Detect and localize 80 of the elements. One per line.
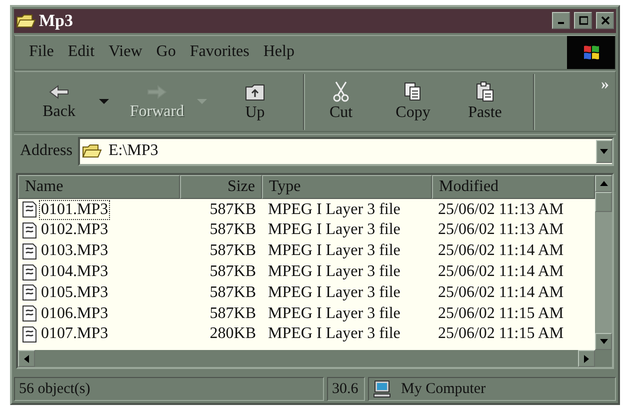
table-cell-text: MPEG I Layer 3 file [267, 304, 402, 323]
left-arrow-icon [24, 354, 29, 362]
table-cell-text: 587KB [208, 304, 257, 323]
close-icon [600, 16, 610, 26]
table-cell-text: 587KB [208, 242, 257, 260]
table-cell-text: MPEG I Layer 3 file [267, 242, 402, 260]
status-text: 30.6 [327, 377, 365, 401]
dropdown-arrow-icon[interactable] [99, 99, 109, 104]
menu-item[interactable]: View [102, 43, 150, 62]
maximize-button[interactable] [574, 12, 592, 30]
address-field[interactable]: E:\MP3 [78, 136, 614, 166]
folder-icon [16, 12, 36, 29]
scroll-thumb[interactable] [595, 192, 612, 212]
down-arrow-icon [600, 148, 608, 154]
cut-button[interactable]: Cut [305, 76, 377, 128]
menu-item[interactable]: Help [257, 43, 302, 62]
file-name[interactable]: 0101.MP3 [39, 200, 110, 220]
maximize-icon [578, 16, 588, 26]
file-name[interactable]: 0105.MP3 [39, 282, 110, 303]
column-header[interactable]: Name [18, 175, 180, 200]
back-button[interactable]: Back [23, 76, 95, 128]
table-cell-text: 25/06/02 11:14 AM [437, 242, 565, 260]
zone-label: My Computer [400, 380, 487, 399]
audio-file-icon [22, 284, 37, 302]
right-arrow-icon [146, 82, 168, 101]
table-cell-text: 587KB [208, 263, 257, 282]
table-cell-text: 587KB [208, 200, 257, 219]
horizontal-scrollbar[interactable] [18, 350, 595, 367]
address-label: Address [20, 142, 72, 160]
file-name[interactable]: 0102.MP3 [39, 220, 110, 240]
file-name[interactable]: 0107.MP3 [39, 324, 110, 344]
menu-item[interactable]: File [23, 43, 62, 62]
down-arrow-icon [600, 339, 608, 344]
menu-item[interactable]: Edit [62, 43, 103, 62]
up-button[interactable]: Up [219, 76, 291, 128]
table-cell-text: MPEG I Layer 3 file [267, 325, 402, 344]
folder-icon [82, 143, 102, 160]
more-button[interactable]: » [595, 72, 615, 98]
vertical-scrollbar[interactable] [595, 175, 612, 350]
audio-file-icon [22, 242, 37, 260]
window-title: Mp3 [39, 10, 74, 31]
windows-flag-icon [582, 42, 600, 62]
audio-file-icon [22, 305, 37, 322]
up-arrow-icon [600, 181, 608, 186]
status-text: 56 object(s) [14, 377, 324, 401]
column-header[interactable]: Size [180, 175, 262, 200]
file-name[interactable]: 0103.MP3 [39, 241, 110, 262]
copy-button[interactable]: Copy [377, 76, 449, 128]
file-name[interactable]: 0106.MP3 [39, 304, 110, 324]
table-cell-text: 587KB [208, 284, 257, 302]
table-cell-text: 25/06/02 11:13 AM [437, 221, 565, 240]
paste-button[interactable]: Paste [449, 76, 521, 128]
audio-file-icon [22, 264, 37, 281]
file-name[interactable]: 0104.MP3 [39, 262, 110, 282]
table-cell-text: 280KB [208, 325, 257, 344]
paste-icon [474, 81, 496, 102]
table-cell-text: 587KB [208, 221, 257, 240]
audio-file-icon [22, 222, 37, 239]
minimize-button[interactable] [552, 12, 570, 30]
table-cell-text: MPEG I Layer 3 file [267, 200, 402, 219]
menu-item[interactable]: Go [150, 43, 184, 62]
audio-file-icon [22, 326, 37, 343]
dropdown-button[interactable] [596, 140, 612, 163]
computer-icon [373, 380, 391, 398]
folder-up-icon [244, 82, 266, 102]
table-cell-text: MPEG I Layer 3 file [267, 263, 402, 282]
table-cell-text: MPEG I Layer 3 file [267, 221, 402, 240]
table-cell-text: MPEG I Layer 3 file [267, 284, 402, 302]
column-header[interactable]: Type [262, 175, 432, 200]
menu-item[interactable]: Favorites [184, 43, 258, 62]
right-arrow-icon [584, 354, 589, 362]
table-cell-text: 25/06/02 11:15 AM [437, 325, 565, 344]
table-cell-text: 25/06/02 11:13 AM [437, 200, 565, 219]
close-button[interactable] [596, 12, 614, 30]
table-cell-text: 25/06/02 11:14 AM [437, 284, 565, 302]
column-header[interactable]: Modified [432, 175, 595, 200]
left-arrow-icon [48, 82, 70, 101]
table-cell-text: 25/06/02 11:15 AM [437, 304, 565, 323]
table-cell-text: 25/06/02 11:14 AM [437, 263, 565, 282]
audio-file-icon [22, 201, 37, 218]
